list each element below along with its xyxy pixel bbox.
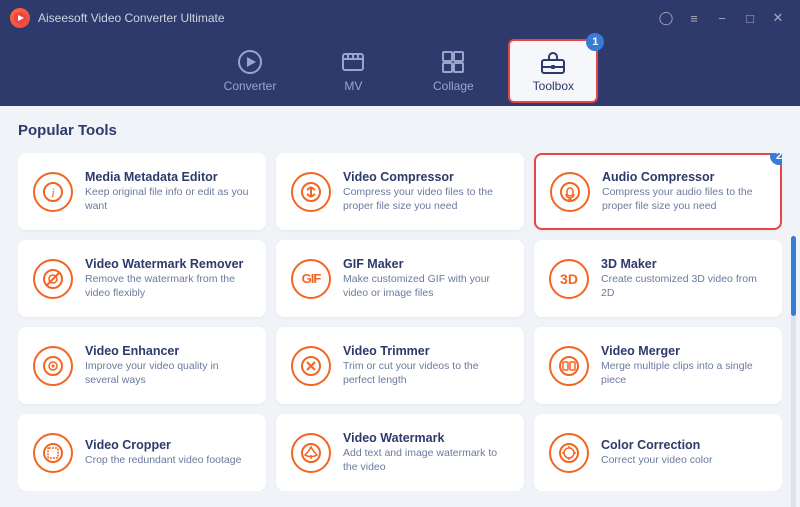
video-merger-name: Video Merger: [601, 344, 767, 358]
audio-compressor-badge: 2: [770, 153, 782, 165]
mv-label: MV: [344, 79, 362, 93]
nav-item-converter[interactable]: Converter: [202, 41, 299, 101]
video-enhancer-info: Video Enhancer Improve your video qualit…: [85, 344, 251, 387]
app-logo: [10, 8, 30, 28]
nav-badge: 1: [586, 33, 604, 51]
tool-card-video-watermark[interactable]: Video Watermark Add text and image water…: [276, 414, 524, 491]
gif-maker-icon: GIF: [291, 259, 331, 299]
mv-icon: [340, 49, 366, 75]
video-watermark-info: Video Watermark Add text and image water…: [343, 431, 509, 474]
tool-card-video-compressor[interactable]: Video Compressor Compress your video fil…: [276, 153, 524, 230]
video-cropper-icon: [33, 433, 73, 473]
video-compressor-info: Video Compressor Compress your video fil…: [343, 170, 509, 213]
toolbox-label: Toolbox: [533, 79, 574, 93]
audio-compressor-info: Audio Compressor Compress your audio fil…: [602, 170, 766, 213]
nav-item-collage[interactable]: Collage: [408, 41, 498, 101]
nav-item-toolbox[interactable]: 1 Toolbox: [508, 39, 598, 103]
tool-card-video-cropper[interactable]: Video Cropper Crop the redundant video f…: [18, 414, 266, 491]
video-trimmer-desc: Trim or cut your videos to the perfect l…: [343, 360, 509, 387]
nav-bar: Converter MV Collage 1: [0, 36, 800, 106]
app-title: Aiseesoft Video Converter Ultimate: [38, 11, 654, 25]
video-merger-icon: [549, 346, 589, 386]
maximize-button[interactable]: □: [738, 9, 762, 27]
tool-card-audio-compressor[interactable]: 2 Audio Compressor Compress your audio f…: [534, 153, 782, 230]
video-compressor-icon: [291, 172, 331, 212]
video-watermark-remover-icon: [33, 259, 73, 299]
tool-card-color-correction[interactable]: Color Correction Correct your video colo…: [534, 414, 782, 491]
video-merger-desc: Merge multiple clips into a single piece: [601, 360, 767, 387]
video-merger-info: Video Merger Merge multiple clips into a…: [601, 344, 767, 387]
gif-maker-desc: Make customized GIF with your video or i…: [343, 273, 509, 300]
menu-button[interactable]: ≡: [682, 9, 706, 27]
3d-maker-desc: Create customized 3D video from 2D: [601, 273, 767, 300]
video-watermark-remover-info: Video Watermark Remover Remove the water…: [85, 257, 251, 300]
converter-label: Converter: [224, 79, 277, 93]
media-metadata-desc: Keep original file info or edit as you w…: [85, 186, 251, 213]
main-content: Popular Tools i Media Metadata Editor Ke…: [0, 106, 800, 507]
gif-maker-info: GIF Maker Make customized GIF with your …: [343, 257, 509, 300]
gif-maker-name: GIF Maker: [343, 257, 509, 271]
title-bar: Aiseesoft Video Converter Ultimate ◯ ≡ −…: [0, 0, 800, 36]
close-button[interactable]: ✕: [766, 9, 790, 27]
video-watermark-remover-name: Video Watermark Remover: [85, 257, 251, 271]
video-enhancer-desc: Improve your video quality in several wa…: [85, 360, 251, 387]
chat-button[interactable]: ◯: [654, 9, 678, 27]
video-trimmer-icon: [291, 346, 331, 386]
video-compressor-desc: Compress your video files to the proper …: [343, 186, 509, 213]
tools-grid: i Media Metadata Editor Keep original fi…: [18, 153, 782, 491]
tool-card-media-metadata-editor[interactable]: i Media Metadata Editor Keep original fi…: [18, 153, 266, 230]
collage-icon: [440, 49, 466, 75]
video-cropper-info: Video Cropper Crop the redundant video f…: [85, 438, 251, 468]
window-controls: ◯ ≡ − □ ✕: [654, 9, 790, 27]
tool-card-video-trimmer[interactable]: Video Trimmer Trim or cut your videos to…: [276, 327, 524, 404]
collage-label: Collage: [433, 79, 474, 93]
tool-card-3d-maker[interactable]: 3D 3D Maker Create customized 3D video f…: [534, 240, 782, 317]
toolbox-icon: [540, 49, 566, 75]
tool-card-gif-maker[interactable]: GIF GIF Maker Make customized GIF with y…: [276, 240, 524, 317]
3d-maker-name: 3D Maker: [601, 257, 767, 271]
3d-maker-icon: 3D: [549, 259, 589, 299]
color-correction-icon: [549, 433, 589, 473]
tool-card-video-watermark-remover[interactable]: Video Watermark Remover Remove the water…: [18, 240, 266, 317]
video-enhancer-name: Video Enhancer: [85, 344, 251, 358]
video-cropper-name: Video Cropper: [85, 438, 251, 452]
svg-text:i: i: [51, 185, 55, 200]
audio-compressor-icon: [550, 172, 590, 212]
video-trimmer-name: Video Trimmer: [343, 344, 509, 358]
video-enhancer-icon: [33, 346, 73, 386]
3d-maker-info: 3D Maker Create customized 3D video from…: [601, 257, 767, 300]
video-watermark-desc: Add text and image watermark to the vide…: [343, 447, 509, 474]
scrollbar-thumb[interactable]: [791, 236, 796, 316]
tool-card-video-merger[interactable]: Video Merger Merge multiple clips into a…: [534, 327, 782, 404]
scrollbar-track[interactable]: [791, 236, 796, 507]
media-metadata-info: Media Metadata Editor Keep original file…: [85, 170, 251, 213]
media-metadata-name: Media Metadata Editor: [85, 170, 251, 184]
nav-item-mv[interactable]: MV: [308, 41, 398, 101]
tool-card-video-enhancer[interactable]: Video Enhancer Improve your video qualit…: [18, 327, 266, 404]
color-correction-desc: Correct your video color: [601, 454, 767, 468]
audio-compressor-desc: Compress your audio files to the proper …: [602, 186, 766, 213]
video-cropper-desc: Crop the redundant video footage: [85, 454, 251, 468]
video-compressor-name: Video Compressor: [343, 170, 509, 184]
audio-compressor-name: Audio Compressor: [602, 170, 766, 184]
media-metadata-icon: i: [33, 172, 73, 212]
video-watermark-remover-desc: Remove the watermark from the video flex…: [85, 273, 251, 300]
video-watermark-name: Video Watermark: [343, 431, 509, 445]
color-correction-info: Color Correction Correct your video colo…: [601, 438, 767, 468]
minimize-button[interactable]: −: [710, 9, 734, 27]
video-trimmer-info: Video Trimmer Trim or cut your videos to…: [343, 344, 509, 387]
section-title: Popular Tools: [18, 122, 782, 139]
color-correction-name: Color Correction: [601, 438, 767, 452]
video-watermark-icon: [291, 433, 331, 473]
converter-icon: [237, 49, 263, 75]
